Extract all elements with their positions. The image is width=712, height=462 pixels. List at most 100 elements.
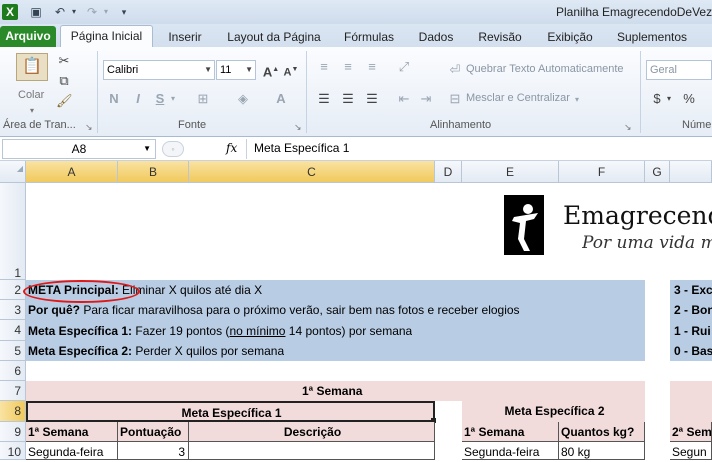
wrap-text-icon[interactable]: ⏎ xyxy=(448,62,462,78)
align-left-icon[interactable]: ☰ xyxy=(316,91,332,107)
row-header-9[interactable]: 9 xyxy=(0,422,26,442)
align-center-icon[interactable]: ☰ xyxy=(340,91,356,107)
logo-figure-icon xyxy=(504,195,544,255)
column-header-g[interactable]: G xyxy=(645,161,670,183)
specific-goal-2-row[interactable]: Meta Específica 2: Perder X quilos por s… xyxy=(26,341,284,361)
score-column-header[interactable]: Pontuação xyxy=(118,422,189,442)
copy-icon[interactable]: ⧉ xyxy=(56,73,72,89)
row-header-6[interactable]: 6 xyxy=(0,361,26,381)
merge-dropdown-icon[interactable]: ▾ xyxy=(575,92,579,108)
column-header-c[interactable]: C xyxy=(189,161,435,183)
specific-goal-1-row[interactable]: Meta Específica 1: Fazer 19 pontos (no m… xyxy=(26,321,412,341)
fill-color-icon[interactable]: ◈ xyxy=(234,91,252,107)
row-header-1[interactable]: 1 xyxy=(0,183,26,280)
week-column-header[interactable]: 1ª Semana xyxy=(26,422,118,442)
align-right-icon[interactable]: ☰ xyxy=(364,91,380,107)
paste-button[interactable]: Colar xyxy=(18,89,44,101)
name-box[interactable]: A8 ▼ xyxy=(2,139,156,159)
number-format-combo[interactable]: Geral xyxy=(646,60,712,80)
font-size-combo[interactable]: 11 ▼ xyxy=(216,60,256,80)
tab-insert[interactable]: Inserir xyxy=(160,28,210,47)
format-painter-icon[interactable]: 🖌 xyxy=(56,93,73,109)
merge-center-icon[interactable]: ⊟ xyxy=(448,91,462,107)
shrink-font-icon[interactable]: A▼ xyxy=(282,62,300,81)
row-header-8[interactable]: 8 xyxy=(0,401,26,422)
specific-goal-1-header[interactable]: Meta Específica 1 xyxy=(26,401,435,422)
orientation-icon[interactable]: ⤢ xyxy=(396,59,412,75)
undo-dropdown-icon[interactable]: ▾ xyxy=(66,4,82,20)
legend-item-2[interactable]: 2 - Bon xyxy=(672,300,712,320)
customize-toolbar-icon[interactable]: ▾ xyxy=(116,4,132,20)
increase-indent-icon[interactable]: ⇥ xyxy=(418,91,434,107)
row-header-7[interactable]: 7 xyxy=(0,381,26,401)
specific-goal-2-header[interactable]: Meta Específica 2 xyxy=(462,401,645,422)
logo-tagline: Por uma vida ma xyxy=(582,233,712,253)
percent-button[interactable]: % xyxy=(682,91,696,107)
day-cell[interactable]: Segunda-feira xyxy=(26,442,118,460)
legend-item-3[interactable]: 3 - Exc xyxy=(672,280,712,300)
font-launcher-icon[interactable]: ↘ xyxy=(294,119,302,135)
week-2-column-header[interactable]: 1ª Semana xyxy=(462,422,559,442)
next-header-cell xyxy=(670,401,712,422)
underline-button[interactable]: S xyxy=(152,91,168,107)
wrap-text-button[interactable]: Quebrar Texto Automaticamente xyxy=(466,63,624,75)
row-header-5[interactable]: 5 xyxy=(0,341,26,361)
tab-home[interactable]: Página Inicial xyxy=(60,25,153,47)
column-header-e[interactable]: E xyxy=(462,161,559,183)
tab-addins[interactable]: Suplementos xyxy=(612,28,692,47)
day-cell-2[interactable]: Segunda-feira xyxy=(462,442,559,460)
score-cell[interactable]: 3 xyxy=(118,442,189,460)
why-row[interactable]: Por quê? Para ficar maravilhosa para o p… xyxy=(26,300,520,320)
tab-page-layout[interactable]: Layout da Página xyxy=(222,28,326,47)
legend-item-1[interactable]: 1 - Rui xyxy=(672,321,711,341)
column-header-d[interactable]: D xyxy=(435,161,462,183)
second-week-header[interactable]: 2ª Sem xyxy=(670,422,712,442)
excel-icon[interactable]: X xyxy=(2,4,18,20)
tab-file[interactable]: Arquivo xyxy=(0,26,56,47)
row-header-3[interactable]: 3 xyxy=(0,300,26,320)
legend-item-0[interactable]: 0 - Bas xyxy=(672,341,712,361)
merge-center-button[interactable]: Mesclar e Centralizar xyxy=(466,92,570,104)
borders-icon[interactable]: ⊞ xyxy=(194,91,212,107)
tab-formulas[interactable]: Fórmulas xyxy=(336,28,402,47)
currency-dropdown-icon[interactable]: ▾ xyxy=(664,91,674,107)
decrease-indent-icon[interactable]: ⇤ xyxy=(396,91,412,107)
font-name-combo[interactable]: Calibri ▼ xyxy=(103,60,215,80)
kg-cell[interactable]: 80 kg xyxy=(559,442,645,460)
kg-column-header[interactable]: Quantos kg? xyxy=(559,422,645,442)
grow-font-icon[interactable]: A▲ xyxy=(262,62,280,80)
day-cell-3[interactable]: Segun xyxy=(670,442,712,460)
italic-button[interactable]: I xyxy=(130,91,146,107)
align-middle-icon[interactable]: ≡ xyxy=(340,59,356,75)
alignment-launcher-icon[interactable]: ↘ xyxy=(624,119,632,135)
week-header[interactable]: 1ª Semana xyxy=(26,381,712,401)
align-top-icon[interactable]: ≡ xyxy=(316,59,332,75)
column-header-f[interactable]: F xyxy=(559,161,645,183)
currency-button[interactable]: $ xyxy=(650,91,664,107)
formula-bar-resize-icon[interactable]: ◦ xyxy=(162,141,184,157)
logo-text: Emagrecendo xyxy=(563,201,712,230)
select-all-corner[interactable]: ◢ xyxy=(0,161,26,183)
column-header-b[interactable]: B xyxy=(118,161,189,183)
row-header-10[interactable]: 10 xyxy=(0,442,26,460)
redo-dropdown-icon[interactable]: ▾ xyxy=(98,4,114,20)
insert-function-icon[interactable]: fx xyxy=(226,141,237,155)
align-bottom-icon[interactable]: ≡ xyxy=(364,59,380,75)
description-column-header[interactable]: Descrição xyxy=(189,422,435,442)
clipboard-launcher-icon[interactable]: ↘ xyxy=(85,119,93,135)
column-header-a[interactable]: A xyxy=(26,161,118,183)
cut-icon[interactable]: ✂ xyxy=(56,53,72,69)
tab-data[interactable]: Dados xyxy=(412,28,460,47)
formula-input[interactable]: Meta Específica 1 xyxy=(246,139,712,159)
bold-button[interactable]: N xyxy=(106,91,122,107)
column-header-h[interactable] xyxy=(670,161,712,183)
paste-icon[interactable]: 📋 xyxy=(16,53,48,81)
save-icon[interactable]: ▣ xyxy=(28,4,44,20)
tab-review[interactable]: Revisão xyxy=(470,28,530,47)
row-header-4[interactable]: 4 xyxy=(0,320,26,341)
tab-view[interactable]: Exibição xyxy=(540,28,600,47)
font-color-icon[interactable]: A xyxy=(272,91,290,107)
description-cell[interactable] xyxy=(189,442,435,460)
paste-dropdown-icon[interactable]: ▾ xyxy=(30,103,34,119)
underline-dropdown-icon[interactable]: ▾ xyxy=(168,91,178,107)
